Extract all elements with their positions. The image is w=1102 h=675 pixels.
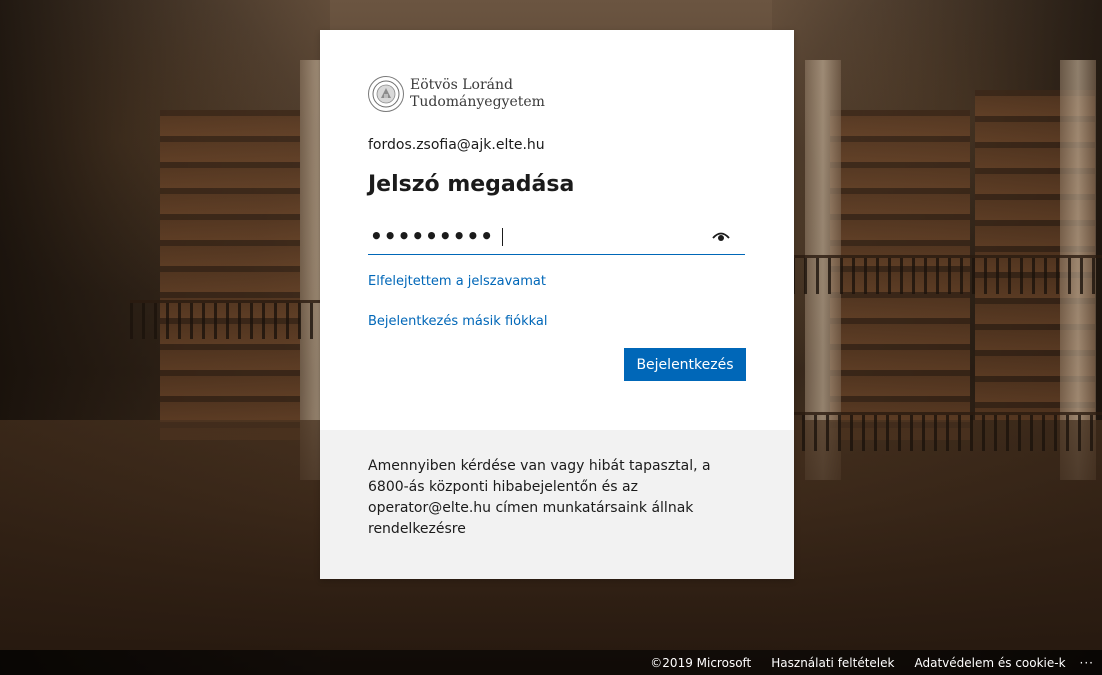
background-railing bbox=[780, 255, 1102, 294]
organization-name: Eötvös Loránd Tudományegyetem bbox=[410, 77, 545, 111]
eye-icon[interactable] bbox=[711, 228, 731, 244]
sign-in-screen: Eötvös Loránd Tudományegyetem fordos.zso… bbox=[0, 0, 1102, 675]
text-caret bbox=[502, 228, 503, 246]
account-email: fordos.zsofia@ajk.elte.hu bbox=[368, 137, 545, 153]
page-footer: ©2019 Microsoft Használati feltételek Ad… bbox=[0, 650, 1102, 675]
copyright-text: ©2019 Microsoft bbox=[650, 655, 752, 670]
background-railing bbox=[790, 412, 1102, 451]
help-text: Amennyiben kérdése van vagy hibát tapasz… bbox=[368, 458, 711, 537]
sign-in-button[interactable]: Bejelentkezés bbox=[624, 348, 746, 381]
terms-link[interactable]: Használati feltételek bbox=[771, 656, 894, 670]
background-railing bbox=[130, 300, 320, 339]
password-input[interactable] bbox=[368, 220, 700, 252]
university-seal-icon bbox=[368, 76, 404, 112]
sign-in-form: Eötvös Loránd Tudományegyetem fordos.zso… bbox=[320, 30, 794, 430]
organization-logo: Eötvös Loránd Tudományegyetem bbox=[368, 76, 545, 112]
background-bookshelf bbox=[160, 110, 300, 440]
password-field-container bbox=[368, 220, 745, 255]
organization-name-line2: Tudományegyetem bbox=[410, 94, 545, 110]
more-options-button[interactable]: ··· bbox=[1080, 656, 1094, 670]
privacy-link[interactable]: Adatvédelem és cookie-k bbox=[914, 656, 1065, 670]
forgot-password-link[interactable]: Elfelejtettem a jelszavamat bbox=[368, 274, 546, 289]
page-title: Jelszó megadása bbox=[368, 172, 575, 197]
sign-in-card: Eötvös Loránd Tudományegyetem fordos.zso… bbox=[320, 30, 794, 579]
other-account-link[interactable]: Bejelentkezés másik fiókkal bbox=[368, 314, 548, 329]
organization-name-line1: Eötvös Loránd bbox=[410, 77, 513, 93]
help-panel: Amennyiben kérdése van vagy hibát tapasz… bbox=[320, 430, 794, 579]
